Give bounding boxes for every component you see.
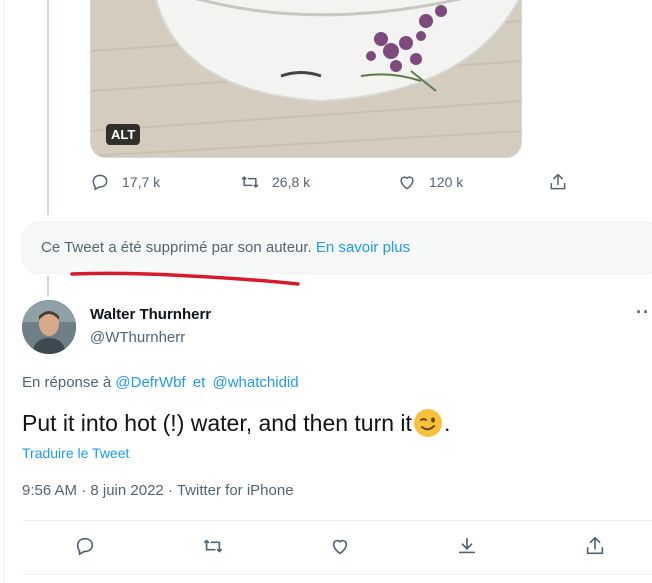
thread-connector-line [47,0,49,215]
like-button[interactable]: 120 k [397,172,463,192]
reply-count: 17,7 k [122,174,161,190]
avatar-photo [22,300,76,354]
tweet-metadata[interactable]: 9:56 AM · 8 juin 2022 · Twitter for iPho… [22,482,294,499]
share-icon [586,536,604,555]
tweet-body-end: . [443,409,451,436]
avatar[interactable] [22,300,76,354]
mention-link[interactable]: @whatchidid [213,374,299,391]
heart-icon [400,176,414,190]
heart-icon [332,539,348,555]
tweet-text: Put it into hot (!) water, and then turn… [22,408,450,438]
thread-connector-line [47,276,49,296]
tweet-photo[interactable]: ALT [90,0,522,158]
tweet-body: Put it into hot (!) water, and then turn… [22,409,412,436]
mention-link[interactable]: @DefrWbf [115,374,185,391]
reply-button[interactable] [74,535,98,559]
bowl-photo [91,0,521,157]
reply-context: En réponse à @DefrWbf et @whatchidid [22,374,299,391]
share-button[interactable] [548,172,568,192]
tweet-actions [22,535,652,561]
retweet-icon [203,539,223,553]
divider [22,520,652,521]
author-handle[interactable]: @WThurnherr [90,329,185,346]
download-arrow-icon [458,537,476,554]
learn-more-link[interactable]: En savoir plus [316,239,410,256]
retweet-count: 26,8 k [272,174,311,190]
reply-icon [92,174,108,191]
retweet-icon [241,176,259,188]
bookmark-button[interactable] [456,535,480,559]
divider [22,574,652,575]
reply-button[interactable]: 17,7 k [90,172,160,192]
red-annotation-underline [70,271,300,286]
winking-face-emoji-icon [413,409,442,437]
author-name[interactable]: Walter Thurnherr [90,306,211,323]
parent-tweet-actions: 17,7 k 26,8 k 120 k [90,172,570,198]
timeline-border [4,0,5,583]
reply-icon [76,537,94,556]
translate-tweet-link[interactable]: Traduire le Tweet [22,445,129,461]
like-count: 120 k [429,174,464,190]
like-button[interactable] [329,535,353,559]
reply-prefix: En réponse à [22,374,112,391]
deleted-notice-text: Ce Tweet a été supprimé par son auteur. [41,239,312,256]
share-button[interactable] [584,535,608,559]
more-options-icon[interactable]: ·· [636,302,650,323]
deleted-tweet-notice: Ce Tweet a été supprimé par son auteur. … [22,222,652,274]
reply-joiner: et [192,374,206,391]
alt-badge[interactable]: ALT [106,124,141,145]
share-icon [550,173,566,190]
retweet-button[interactable] [202,535,226,559]
retweet-button[interactable]: 26,8 k [240,172,310,192]
